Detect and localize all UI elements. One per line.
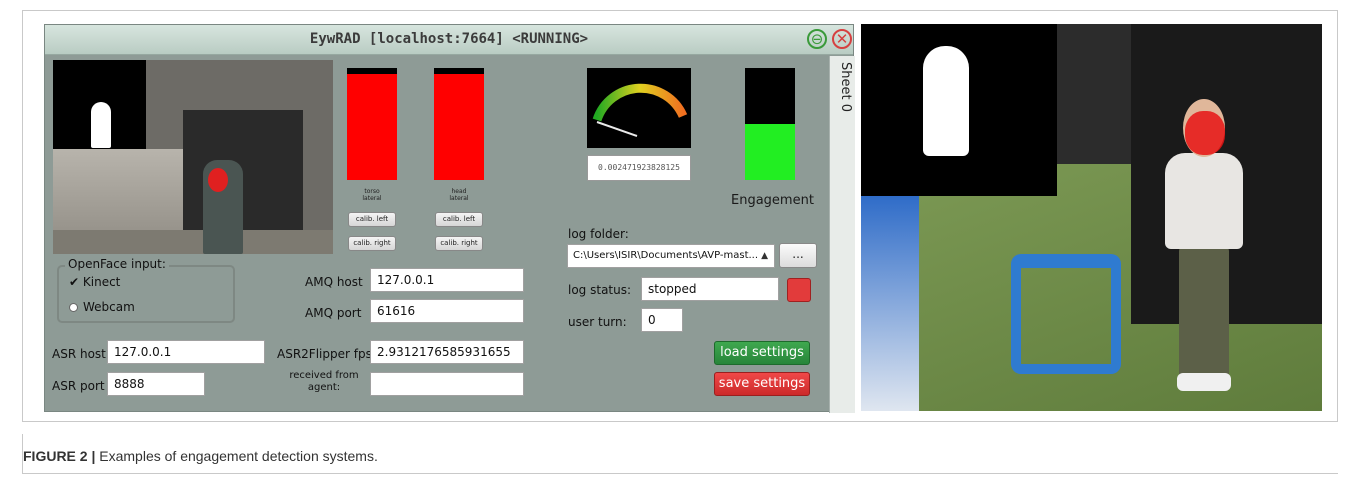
head-lateral-bar (434, 68, 484, 180)
openface-group-title: OpenFace input: (65, 257, 169, 271)
photo-person (1161, 99, 1247, 399)
meter-value-field: 0.002471923828125 (587, 155, 691, 181)
figure-caption: FIGURE 2 | Examples of engagement detect… (22, 434, 1338, 474)
amq-port-label: AMQ port (305, 306, 362, 320)
user-turn-label: user turn: (568, 315, 627, 329)
photo-depth-mask (861, 24, 1057, 196)
load-settings-button[interactable]: load settings (714, 341, 810, 365)
head-lateral-label: head lateral (449, 188, 469, 202)
webcam-option[interactable]: Webcam (69, 300, 135, 314)
log-folder-value: C:\Users\ISIR\Documents\AVP-mast... (573, 250, 759, 261)
received-from-agent-input[interactable] (370, 372, 524, 396)
figure-caption-text: Examples of engagement detection systems… (95, 448, 378, 464)
asr-host-input[interactable]: 127.0.0.1 (107, 340, 265, 364)
browse-folder-button[interactable]: ... (779, 243, 817, 268)
checkmark-icon: ✔ (69, 275, 80, 289)
figure-number: FIGURE 2 | (23, 448, 96, 464)
sheet-tab[interactable]: Sheet 0 (829, 56, 855, 413)
torso-lateral-label: torso lateral (362, 188, 382, 202)
depth-mask-silhouette (91, 102, 111, 148)
received-from-agent-label: received from agent: (289, 370, 359, 393)
log-status-indicator (787, 278, 811, 302)
amq-port-input[interactable]: 61616 (370, 299, 524, 323)
torso-calib-left-button[interactable]: calib. left (348, 212, 396, 227)
title-bar: EywRAD [localhost:7664] <RUNNING> ⊖ ✕ (45, 25, 853, 55)
face-landmark-overlay (1185, 111, 1225, 155)
asr-host-label: ASR host (52, 347, 106, 361)
amq-host-label: AMQ host (305, 275, 363, 289)
camera-floor (53, 230, 333, 254)
close-button[interactable]: ✕ (832, 29, 852, 49)
amq-host-input[interactable]: 127.0.0.1 (370, 268, 524, 292)
webcam-option-label: Webcam (83, 300, 135, 314)
photo-depth-silhouette (923, 46, 969, 156)
save-settings-button[interactable]: save settings (714, 372, 810, 396)
engagement-meter (587, 68, 691, 148)
kinect-option-label: Kinect (82, 275, 121, 289)
openface-input-group (57, 265, 235, 323)
kinect-option[interactable]: ✔ Kinect (69, 275, 120, 289)
depth-mask-thumbnail (53, 60, 146, 149)
minimize-button[interactable]: ⊖ (807, 29, 827, 49)
photo-person-shoes (1177, 373, 1231, 391)
log-folder-label: log folder: (568, 227, 629, 241)
spinner-arrows-icon: ▲ (761, 251, 768, 261)
torso-calib-right-button[interactable]: calib. right (348, 236, 396, 251)
window-title: EywRAD [localhost:7664] <RUNNING> (309, 31, 589, 47)
sheet-tab-label: Sheet 0 (838, 62, 853, 112)
log-status-label: log status: (568, 283, 632, 297)
asr-flipper-label: ASR2Flipper fps: (277, 347, 376, 361)
user-turn-field: 0 (641, 308, 683, 332)
torso-lateral-bar (347, 68, 397, 180)
log-status-field: stopped (641, 277, 779, 301)
asr-flipper-input[interactable]: 2.9312176585931655 (370, 340, 524, 364)
meter-dial-icon (592, 83, 688, 137)
head-calib-left-button[interactable]: calib. left (435, 212, 483, 227)
photo-person-legs (1179, 247, 1229, 377)
asr-port-input[interactable]: 8888 (107, 372, 205, 396)
head-calib-right-button[interactable]: calib. right (435, 236, 483, 251)
photo-blue-chair (1011, 254, 1121, 374)
engagement-bar (745, 68, 795, 180)
engagement-label: Engagement (731, 193, 814, 208)
face-tracking-overlay (208, 168, 228, 192)
camera-view (53, 60, 333, 254)
engagement-bar-fill (745, 124, 795, 180)
room-camera-photo (861, 24, 1322, 411)
radio-icon (69, 303, 78, 312)
photo-blue-panel (861, 196, 919, 411)
eywrad-window: EywRAD [localhost:7664] <RUNNING> ⊖ ✕ Sh… (44, 24, 855, 413)
asr-port-label: ASR port (52, 379, 105, 393)
photo-person-shirt (1165, 153, 1243, 249)
log-folder-select[interactable]: C:\Users\ISIR\Documents\AVP-mast... ▲ (567, 244, 775, 268)
